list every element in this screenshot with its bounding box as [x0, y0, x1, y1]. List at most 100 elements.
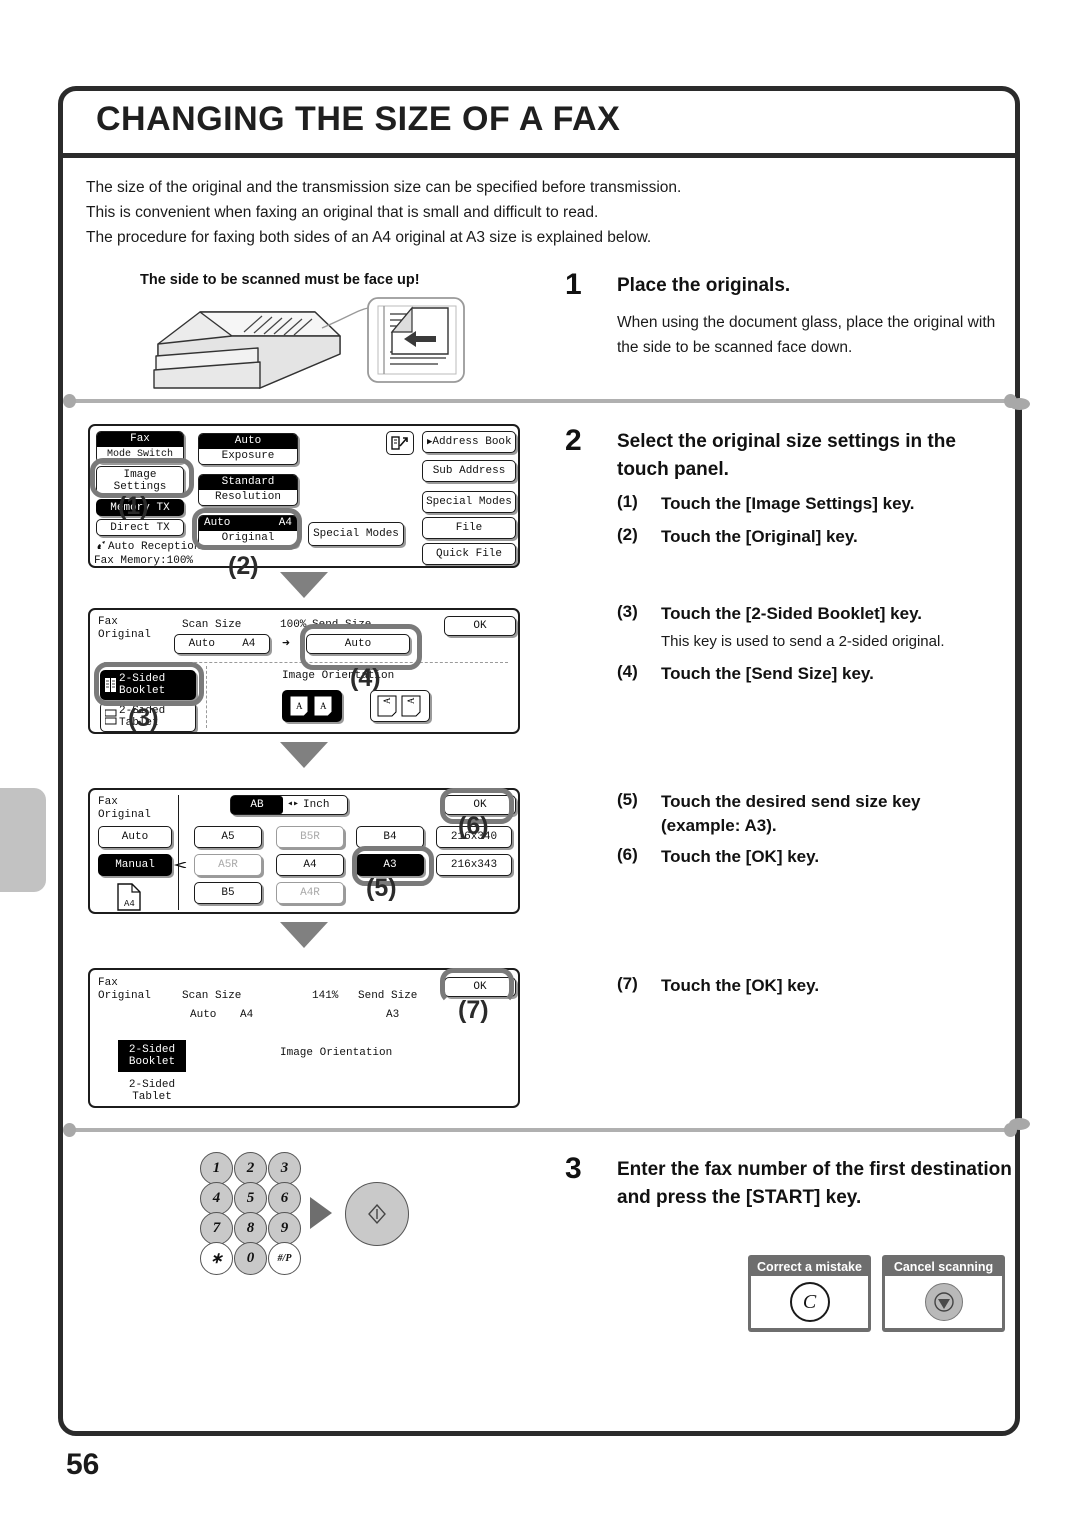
size-key[interactable]: B4: [356, 826, 424, 848]
intro-paragraph: The size of the original and the transmi…: [86, 175, 976, 250]
touch-panel-3[interactable]: Fax Original AB ◂▸ Inch OK Auto Manual A…: [88, 788, 520, 914]
unit-inch-option[interactable]: Inch: [303, 799, 329, 811]
panel4-booklet-label-2: Booklet: [128, 1056, 176, 1068]
paper-size-icon-label: A4: [124, 899, 135, 909]
keypad-key-5[interactable]: 5: [234, 1182, 267, 1215]
intro-line-2: This is convenient when faxing an origin…: [86, 204, 599, 221]
callout-label-7: (7): [458, 996, 489, 1024]
mode-switch-top-label: Fax: [97, 432, 183, 447]
panel4-two-sided-booklet-key[interactable]: 2-Sided Booklet: [118, 1040, 186, 1072]
step-2-substep-5: (5) Touch the desired send size key (exa…: [617, 790, 997, 838]
send-size-key[interactable]: Auto: [306, 634, 410, 654]
panel4-two-sided-tablet-key[interactable]: 2-Sided Tablet: [118, 1075, 186, 1106]
sub-address-key[interactable]: Sub Address: [422, 460, 516, 482]
clear-key-icon[interactable]: C: [789, 1282, 830, 1322]
special-modes-mid-label: Special Modes: [313, 528, 399, 540]
keypad-key-6[interactable]: 6: [268, 1182, 301, 1215]
panel3-header-line2: Original: [98, 809, 151, 821]
unit-toggle-key[interactable]: AB ◂▸ Inch: [230, 795, 348, 815]
cancel-scanning-body: [885, 1276, 1002, 1328]
panel4-ratio-label: 141%: [312, 990, 339, 1002]
keypad-key-hash-p[interactable]: #/P: [268, 1242, 301, 1275]
size-key[interactable]: 216x343: [436, 854, 512, 876]
file-key[interactable]: File: [422, 517, 516, 539]
quick-file-label: Quick File: [435, 548, 502, 560]
orientation-landscape-key[interactable]: A A: [370, 690, 430, 722]
page-edge-tab: [0, 788, 46, 892]
correct-a-mistake-title: Correct a mistake: [757, 1260, 862, 1274]
manual-size-label: Manual: [115, 859, 155, 871]
step-2-substep-2: (2) Touch the [Original] key.: [617, 525, 1047, 549]
size-key[interactable]: A5R: [194, 854, 262, 876]
substep-7-number: (7): [617, 974, 638, 993]
exposure-top-label: Auto: [199, 434, 297, 449]
keypad-key-0[interactable]: 0: [234, 1242, 267, 1275]
page-title: CHANGING THE SIZE OF A FAX: [96, 100, 621, 138]
keypad-key-9[interactable]: 9: [268, 1212, 301, 1245]
svg-text:A: A: [296, 701, 303, 711]
substep-3-number: (3): [617, 602, 638, 621]
keypad-key-4[interactable]: 4: [200, 1182, 233, 1215]
panel2-ok-key[interactable]: OK: [444, 616, 516, 636]
stop-key-icon[interactable]: [924, 1283, 963, 1321]
resolution-key[interactable]: Standard Resolution: [198, 474, 298, 506]
keypad-key-asterisk[interactable]: ∗: [200, 1242, 233, 1275]
address-book-jump-icon[interactable]: [386, 431, 414, 455]
auto-size-key[interactable]: Auto: [98, 826, 172, 848]
intro-line-3: The procedure for faxing both sides of a…: [86, 229, 652, 246]
scan-size-key[interactable]: Auto A4: [174, 634, 270, 654]
manual-size-key[interactable]: Manual: [98, 854, 172, 876]
keypad-key-1[interactable]: 1: [200, 1152, 233, 1185]
unit-ab-option[interactable]: AB: [231, 796, 283, 814]
touch-panel-1[interactable]: Fax Mode Switch Image Settings Memory TX…: [88, 424, 520, 568]
keypad-key-3[interactable]: 3: [268, 1152, 301, 1185]
two-sided-booklet-label-2: Booklet: [119, 685, 166, 697]
scanner-caption: The side to be scanned must be face up!: [140, 272, 420, 288]
keypad-key-2[interactable]: 2: [234, 1152, 267, 1185]
size-key[interactable]: A5: [194, 826, 262, 848]
size-key[interactable]: B5R: [276, 826, 344, 848]
mode-switch-key[interactable]: Fax Mode Switch: [96, 431, 184, 463]
substep-6-text: Touch the [OK] key.: [661, 847, 820, 866]
panel4-ok-key[interactable]: OK: [444, 977, 516, 997]
step-2-substep-3: (3) Touch the [2-Sided Booklet] key.: [617, 602, 1047, 626]
special-modes-key[interactable]: Special Modes: [422, 491, 516, 513]
substep-5-number: (5): [617, 790, 638, 809]
exposure-key[interactable]: Auto Exposure: [198, 433, 298, 465]
panel2-send-size-label: Send Size: [312, 619, 372, 631]
flow-arrow-2: [280, 742, 328, 768]
panel4-tablet-label-1: 2-Sided: [128, 1079, 176, 1091]
size-key[interactable]: A4R: [276, 882, 344, 904]
callout-label-2: (2): [228, 552, 259, 580]
substep-3-note-indent: [617, 628, 661, 653]
original-top-right-label: A4: [278, 517, 292, 529]
address-book-key[interactable]: ▶ Address Book: [422, 431, 516, 453]
jump-arrow-icon: [391, 436, 408, 450]
scan-size-left-value: Auto: [188, 638, 215, 650]
auto-reception-label: Auto Reception: [108, 541, 201, 553]
keypad-key-8[interactable]: 8: [234, 1212, 267, 1245]
start-button[interactable]: [345, 1182, 409, 1246]
flow-arrow-3: [280, 922, 328, 948]
panel4-booklet-label-1: 2-Sided: [128, 1044, 176, 1056]
keypad-key-7[interactable]: 7: [200, 1212, 233, 1245]
panel2-ratio-arrow-icon: ➜: [282, 636, 290, 651]
svg-text:A: A: [320, 701, 327, 711]
size-key[interactable]: B5: [194, 882, 262, 904]
size-key-a3-selected[interactable]: A3: [356, 854, 424, 876]
touch-panel-4[interactable]: Fax Original Scan Size Auto A4 141% Send…: [88, 968, 520, 1108]
two-sided-booklet-key[interactable]: 2-Sided Booklet: [100, 670, 196, 700]
quick-file-key[interactable]: Quick File: [422, 543, 516, 565]
original-key[interactable]: Auto A4 Original: [198, 515, 298, 547]
panel2-scan-size-label: Scan Size: [182, 619, 242, 631]
panel2-header-line1: Fax: [98, 616, 118, 628]
unit-toggle-arrows-icon: ◂▸: [287, 799, 300, 810]
scan-size-right-value: A4: [242, 638, 256, 650]
size-key[interactable]: A4: [276, 854, 344, 876]
substep-7-text: Touch the [OK] key.: [661, 976, 820, 995]
direct-tx-key[interactable]: Direct TX: [96, 519, 184, 536]
substep-2-number: (2): [617, 525, 638, 544]
orientation-portrait-key[interactable]: A A: [282, 690, 342, 722]
special-modes-mid-key[interactable]: Special Modes: [308, 522, 404, 546]
page-title-bar: CHANGING THE SIZE OF A FAX: [58, 86, 1020, 158]
